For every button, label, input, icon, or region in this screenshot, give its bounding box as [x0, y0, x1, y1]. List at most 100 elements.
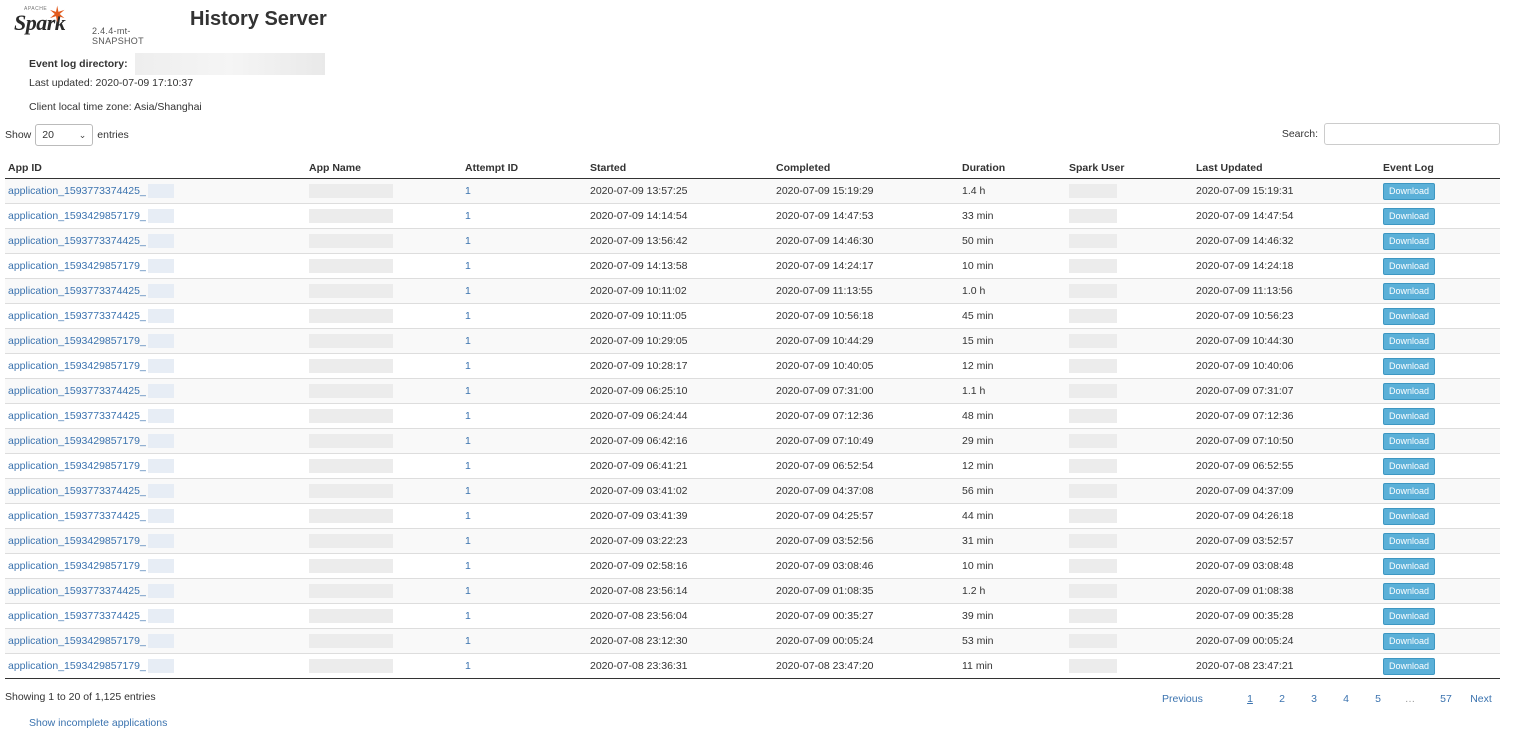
- app-id-link[interactable]: application_1593429857179_: [8, 360, 146, 372]
- download-button[interactable]: Download: [1383, 657, 1436, 675]
- app-id-link[interactable]: application_1593429857179_: [8, 535, 146, 547]
- attempt-link[interactable]: 1: [465, 260, 471, 272]
- app-id-link[interactable]: application_1593773374425_: [8, 185, 146, 197]
- app-id-link[interactable]: application_1593773374425_: [8, 610, 146, 622]
- download-button[interactable]: Download: [1383, 482, 1436, 500]
- event-log-cell: Download: [1380, 578, 1500, 604]
- app-id-link[interactable]: application_1593429857179_: [8, 435, 146, 447]
- app-id-link[interactable]: application_1593429857179_: [8, 335, 146, 347]
- download-button[interactable]: Download: [1383, 632, 1436, 650]
- attempt-link[interactable]: 1: [465, 435, 471, 447]
- download-button[interactable]: Download: [1383, 282, 1436, 300]
- redacted-app-id-suffix: [147, 659, 174, 673]
- search-input[interactable]: [1324, 123, 1500, 145]
- table-info: Showing 1 to 20 of 1,125 entries: [5, 691, 156, 703]
- app-id-link[interactable]: application_1593773374425_: [8, 235, 146, 247]
- attempt-link[interactable]: 1: [465, 235, 471, 247]
- column-header[interactable]: Attempt ID: [462, 157, 587, 179]
- duration-cell: 48 min: [959, 403, 1066, 429]
- column-header[interactable]: Last Updated: [1193, 157, 1380, 179]
- download-button[interactable]: Download: [1383, 257, 1436, 275]
- page-button[interactable]: 2: [1266, 693, 1298, 705]
- column-header[interactable]: Started: [587, 157, 773, 179]
- download-button[interactable]: Download: [1383, 207, 1436, 225]
- attempt-link[interactable]: 1: [465, 410, 471, 422]
- attempt-link[interactable]: 1: [465, 660, 471, 672]
- app-id-link[interactable]: application_1593429857179_: [8, 560, 146, 572]
- last-updated-cell: 2020-07-09 14:24:18: [1193, 253, 1380, 279]
- download-button[interactable]: Download: [1383, 232, 1436, 250]
- download-button[interactable]: Download: [1383, 382, 1436, 400]
- redacted-user: [1069, 359, 1117, 373]
- app-id-link[interactable]: application_1593773374425_: [8, 485, 146, 497]
- page-button[interactable]: 3: [1298, 693, 1330, 705]
- attempt-cell: 1: [462, 578, 587, 604]
- column-header[interactable]: Completed: [773, 157, 959, 179]
- app-id-cell: application_1593429857179_: [5, 453, 306, 479]
- app-id-link[interactable]: application_1593773374425_: [8, 385, 146, 397]
- show-incomplete-link[interactable]: Show incomplete applications: [29, 717, 167, 729]
- table-row: application_1593429857179_ 1 2020-07-09 06…: [5, 453, 1500, 479]
- attempt-link[interactable]: 1: [465, 285, 471, 297]
- download-button[interactable]: Download: [1383, 407, 1436, 425]
- download-button[interactable]: Download: [1383, 557, 1436, 575]
- download-button[interactable]: Download: [1383, 357, 1436, 375]
- app-id-link[interactable]: application_1593773374425_: [8, 585, 146, 597]
- completed-cell: 2020-07-09 07:31:00: [773, 378, 959, 404]
- previous-page-button[interactable]: Previous: [1162, 693, 1234, 705]
- download-button[interactable]: Download: [1383, 607, 1436, 625]
- attempt-cell: 1: [462, 303, 587, 329]
- download-button[interactable]: Download: [1383, 582, 1436, 600]
- last-updated-cell: 2020-07-09 11:13:56: [1193, 278, 1380, 304]
- attempt-link[interactable]: 1: [465, 535, 471, 547]
- completed-cell: 2020-07-09 14:47:53: [773, 203, 959, 229]
- page-button[interactable]: 5: [1362, 693, 1394, 705]
- attempt-cell: 1: [462, 553, 587, 579]
- column-header[interactable]: App Name: [306, 157, 462, 179]
- page-size-select[interactable]: 20 ⌄: [35, 124, 94, 146]
- page-button[interactable]: 1: [1234, 693, 1266, 705]
- download-button[interactable]: Download: [1383, 507, 1436, 525]
- app-id-link[interactable]: application_1593429857179_: [8, 260, 146, 272]
- column-header[interactable]: App ID: [5, 157, 306, 179]
- page-button[interactable]: 4: [1330, 693, 1362, 705]
- redacted-user: [1069, 484, 1117, 498]
- attempt-link[interactable]: 1: [465, 510, 471, 522]
- attempt-link[interactable]: 1: [465, 185, 471, 197]
- column-header[interactable]: Duration: [959, 157, 1066, 179]
- download-button[interactable]: Download: [1383, 532, 1436, 550]
- column-header[interactable]: Event Log: [1380, 157, 1500, 179]
- download-button[interactable]: Download: [1383, 332, 1436, 350]
- download-button[interactable]: Download: [1383, 432, 1436, 450]
- attempt-link[interactable]: 1: [465, 560, 471, 572]
- attempt-link[interactable]: 1: [465, 385, 471, 397]
- app-id-link[interactable]: application_1593773374425_: [8, 285, 146, 297]
- download-button[interactable]: Download: [1383, 182, 1436, 200]
- table-row: application_1593773374425_ 1 2020-07-09 10…: [5, 303, 1500, 329]
- attempt-link[interactable]: 1: [465, 310, 471, 322]
- app-id-cell: application_1593773374425_: [5, 378, 306, 404]
- attempt-link[interactable]: 1: [465, 210, 471, 222]
- attempt-cell: 1: [462, 203, 587, 229]
- attempt-link[interactable]: 1: [465, 610, 471, 622]
- attempt-link[interactable]: 1: [465, 485, 471, 497]
- download-button[interactable]: Download: [1383, 307, 1436, 325]
- next-page-button[interactable]: Next: [1466, 693, 1496, 705]
- duration-cell: 45 min: [959, 303, 1066, 329]
- app-id-link[interactable]: application_1593429857179_: [8, 460, 146, 472]
- attempt-link[interactable]: 1: [465, 360, 471, 372]
- app-id-link[interactable]: application_1593429857179_: [8, 210, 146, 222]
- attempt-link[interactable]: 1: [465, 335, 471, 347]
- app-id-link[interactable]: application_1593429857179_: [8, 660, 146, 672]
- page-button[interactable]: 57: [1426, 693, 1466, 705]
- started-cell: 2020-07-09 02:58:16: [587, 553, 773, 579]
- attempt-link[interactable]: 1: [465, 635, 471, 647]
- app-id-link[interactable]: application_1593773374425_: [8, 410, 146, 422]
- column-header[interactable]: Spark User: [1066, 157, 1193, 179]
- attempt-link[interactable]: 1: [465, 585, 471, 597]
- download-button[interactable]: Download: [1383, 457, 1436, 475]
- app-id-link[interactable]: application_1593773374425_: [8, 310, 146, 322]
- app-id-link[interactable]: application_1593773374425_: [8, 510, 146, 522]
- app-id-link[interactable]: application_1593429857179_: [8, 635, 146, 647]
- attempt-link[interactable]: 1: [465, 460, 471, 472]
